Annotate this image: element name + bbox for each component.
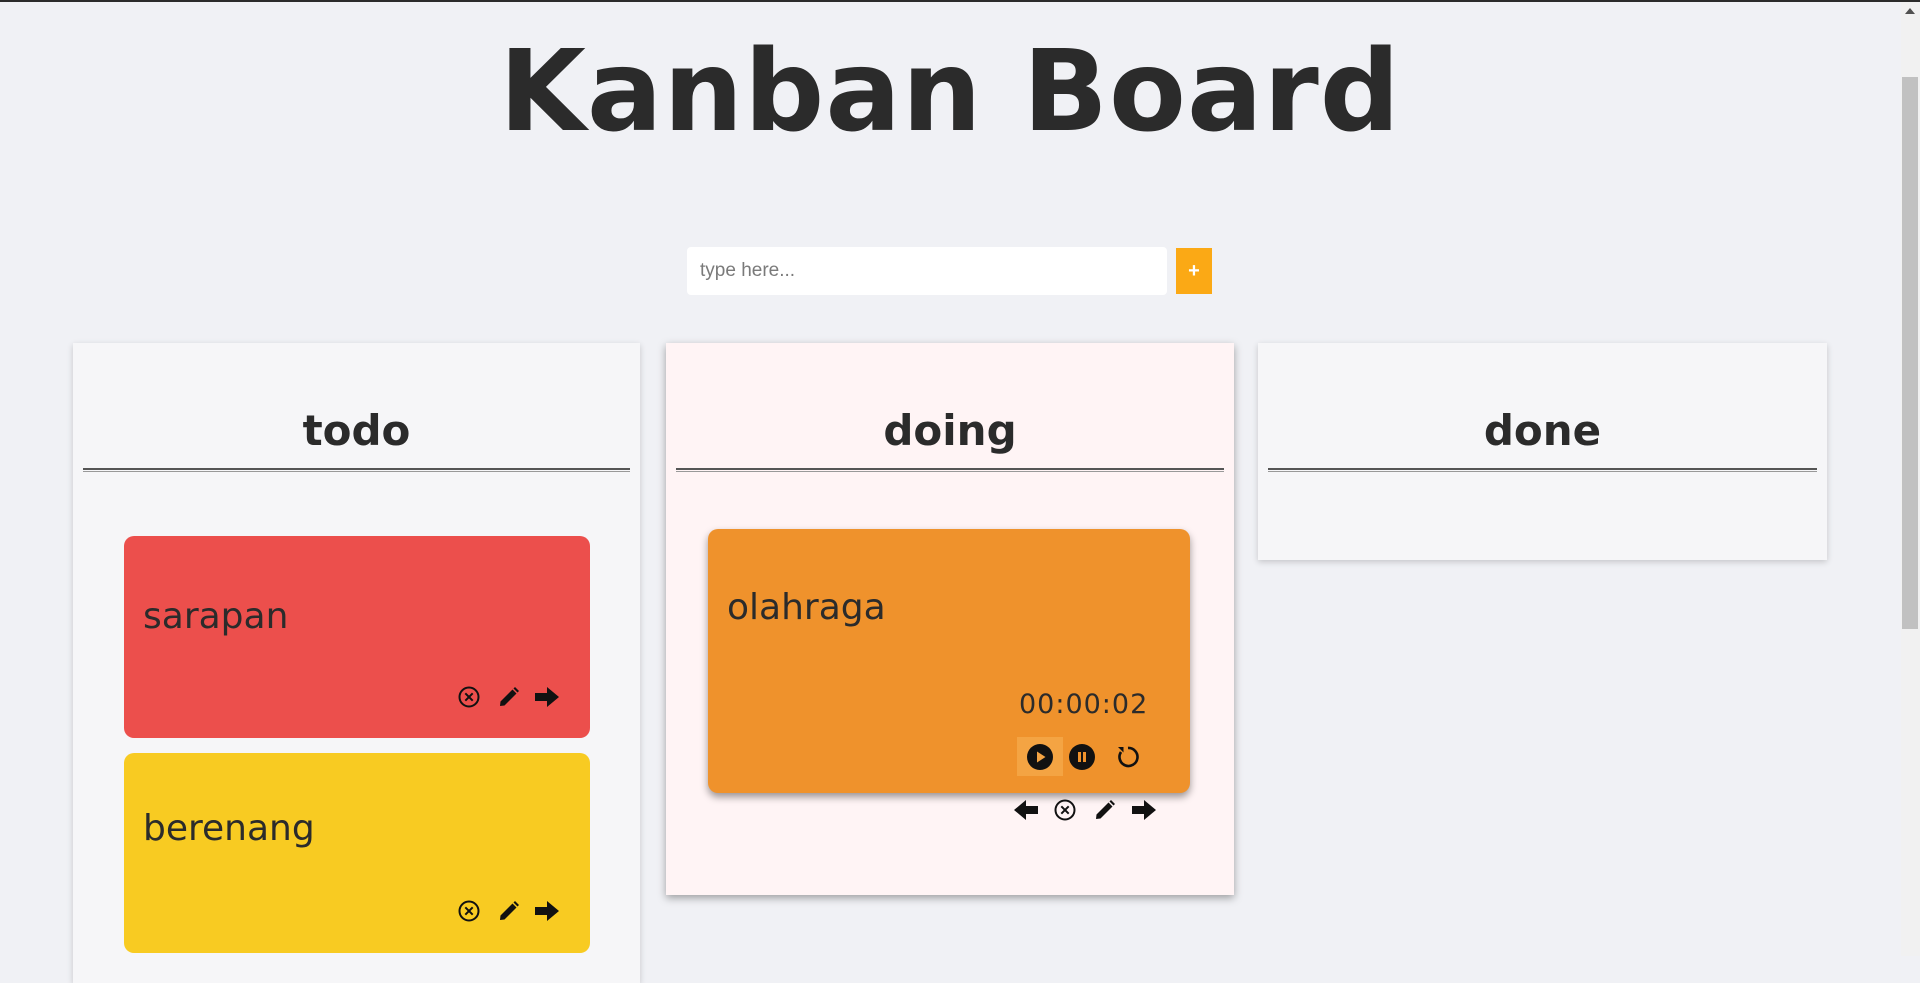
- column-doing: doing olahraga 00:00:02: [666, 343, 1234, 895]
- timer-display: 00:00:02: [1019, 689, 1149, 720]
- column-title: done: [1483, 406, 1602, 455]
- scrollbar-thumb[interactable]: [1902, 77, 1918, 629]
- column-todo: todo sarapan berenang: [73, 343, 640, 983]
- edit-icon[interactable]: [494, 682, 524, 712]
- column-divider: [676, 468, 1224, 472]
- move-right-icon[interactable]: [532, 682, 562, 712]
- scrollbar[interactable]: [1901, 2, 1920, 956]
- move-left-icon[interactable]: [1011, 795, 1041, 825]
- column-title: doing: [883, 406, 1017, 455]
- task-text: berenang: [143, 808, 315, 849]
- task-text: sarapan: [143, 596, 289, 637]
- edit-icon[interactable]: [1090, 795, 1120, 825]
- window-top-border: [0, 0, 1920, 2]
- column-divider: [83, 468, 630, 472]
- pause-icon[interactable]: [1067, 742, 1097, 772]
- task-card[interactable]: olahraga 00:00:02: [708, 529, 1190, 821]
- task-text: olahraga: [727, 587, 886, 628]
- add-task-form: +: [687, 247, 1212, 295]
- column-divider: [1268, 468, 1817, 472]
- move-right-icon[interactable]: [1129, 795, 1159, 825]
- column-done: done: [1258, 343, 1827, 560]
- play-icon[interactable]: [1017, 737, 1063, 776]
- page-title: Kanban Board: [499, 27, 1401, 157]
- move-right-icon[interactable]: [532, 896, 562, 926]
- delete-icon[interactable]: [454, 682, 484, 712]
- scroll-up-arrow-icon[interactable]: [1905, 8, 1915, 14]
- task-input[interactable]: [687, 247, 1167, 295]
- column-title: todo: [302, 406, 411, 455]
- edit-icon[interactable]: [494, 896, 524, 926]
- task-card[interactable]: sarapan: [124, 536, 590, 738]
- delete-icon[interactable]: [1050, 795, 1080, 825]
- delete-icon[interactable]: [454, 896, 484, 926]
- add-task-button[interactable]: +: [1176, 248, 1212, 294]
- task-card[interactable]: berenang: [124, 753, 590, 953]
- reset-icon[interactable]: [1113, 742, 1143, 772]
